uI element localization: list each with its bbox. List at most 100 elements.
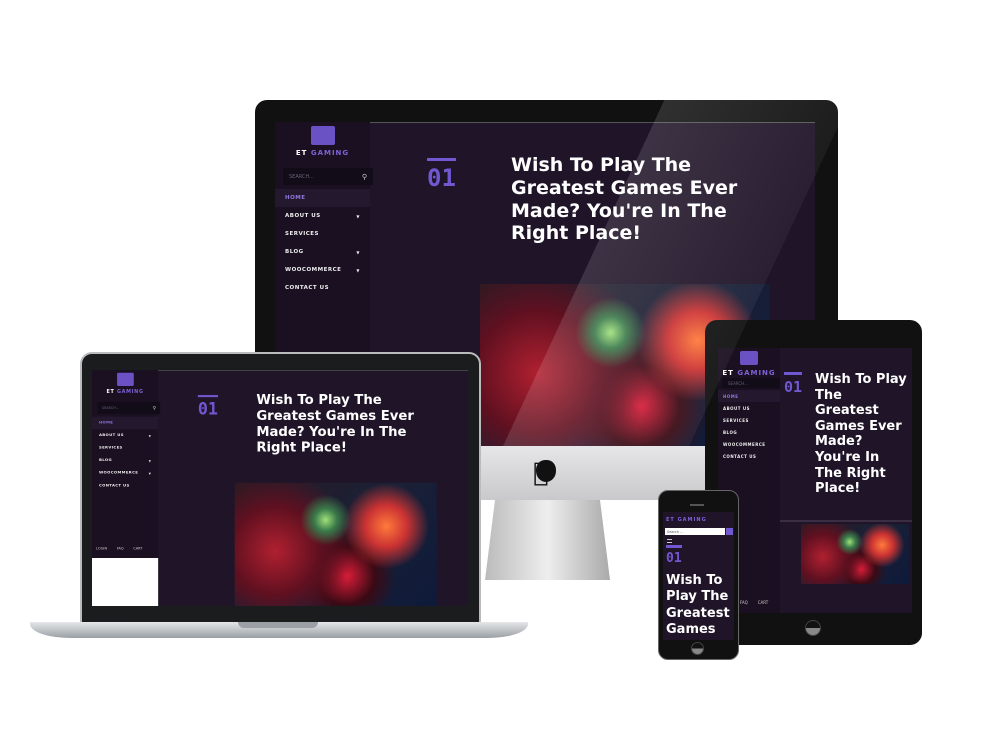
logo-text: ET GAMING	[275, 149, 370, 157]
apple-logo-icon	[536, 460, 556, 482]
chevron-down-icon[interactable]: ▼	[149, 434, 151, 437]
website: ET GAMING SEARCH... ⚲ HOME ABOUT US ▼ SERVICES…	[92, 370, 468, 606]
chevron-down-icon[interactable]: ▼	[149, 471, 151, 474]
nav-item-woocommerce[interactable]: WOOCOMMERCE	[718, 438, 780, 450]
nav-label: CONTACT US	[98, 483, 130, 488]
sidebar-nav: HOME ABOUT US ▼ SERVICES BLOG ▼ WOOCOMMERCE ▼ CO…	[275, 189, 370, 297]
nav-item-contact-us[interactable]: CONTACT US	[718, 450, 780, 462]
phone-screen: ET GAMING Search ... 01 Wish To Play The Gr…	[663, 512, 734, 640]
footer-link-faq[interactable]: FAQ	[740, 600, 748, 605]
nav-item-services[interactable]: SERVICES	[275, 225, 370, 243]
nav-item-services[interactable]: SERVICES	[718, 414, 780, 426]
sidebar-nav: HOME ABOUT US SERVICES BLOG WOOCOMMERCE CONTA…	[718, 390, 780, 462]
logo-text: ET GAMING	[718, 369, 780, 377]
logo-brand-b: GAMING	[116, 388, 144, 395]
footer-link-faq[interactable]: FAQ	[117, 547, 124, 551]
search-input[interactable]: SEARCH...	[722, 378, 780, 388]
nav-item-about-us[interactable]: ABOUT US	[718, 402, 780, 414]
hero-image	[801, 524, 909, 584]
nav-label: BLOG	[285, 249, 304, 255]
logo-brand-b: GAMING	[310, 149, 350, 158]
nav-item-home[interactable]: HOME	[92, 416, 159, 430]
puzzle-logo-icon	[310, 126, 335, 146]
imac-stand	[485, 500, 610, 580]
tablet-home-button[interactable]	[805, 620, 821, 636]
footer-link-login[interactable]: LOGIN	[96, 547, 107, 551]
nav-item-about-us[interactable]: ABOUT US ▼	[92, 429, 158, 442]
nav-item-about-us[interactable]: ABOUT US ▼	[275, 207, 370, 225]
site-logo[interactable]: ET GAMING	[718, 350, 780, 377]
nav-item-blog[interactable]: BLOG ▼	[275, 243, 370, 261]
logo-brand-b: GAMING	[737, 369, 776, 377]
search-button[interactable]	[726, 528, 733, 535]
logo-brand-a: ET	[295, 149, 308, 158]
site-logo[interactable]: ET GAMING	[275, 126, 370, 157]
nav-item-home[interactable]: HOME	[275, 189, 370, 207]
hero-title: Wish To Play The Greatest Games Ever Mad…	[511, 154, 738, 245]
search-placeholder: SEARCH...	[728, 380, 748, 386]
puzzle-logo-icon	[116, 372, 134, 387]
nav-item-services[interactable]: SERVICES	[92, 442, 158, 455]
nav-item-blog[interactable]: BLOG ▼	[92, 454, 158, 467]
white-panel	[92, 558, 159, 606]
hero-image	[234, 482, 437, 606]
logo-brand-a: ET	[722, 369, 734, 377]
nav-item-contact-us[interactable]: CONTACT US	[275, 279, 370, 297]
nav-label: ABOUT US	[285, 213, 321, 219]
nav-label: SERVICES	[285, 231, 320, 237]
hero-number: 01	[666, 545, 682, 566]
puzzle-logo-icon	[740, 350, 758, 365]
tablet-screen: ET GAMING SEARCH... HOME ABOUT US SERVICES BL…	[718, 348, 912, 613]
search-icon[interactable]: ⚲	[362, 173, 367, 181]
nav-label: WOOCOMMERCE	[723, 441, 766, 447]
chevron-down-icon[interactable]: ▼	[356, 250, 360, 255]
logo-brand-b: GAMING	[677, 517, 707, 523]
nav-item-contact-us[interactable]: CONTACT US	[92, 479, 158, 492]
top-line	[370, 122, 815, 123]
hamburger-menu-icon[interactable]	[667, 539, 672, 543]
search-placeholder: SEARCH...	[101, 405, 120, 411]
nav-item-blog[interactable]: BLOG	[718, 426, 780, 438]
hero-title: Wish To Play The Greatest Games Ever Mad…	[815, 372, 907, 497]
nav-label: SERVICES	[723, 417, 749, 423]
nav-label: HOME	[285, 195, 306, 201]
search-input[interactable]: SEARCH... ⚲	[97, 402, 161, 414]
chevron-down-icon[interactable]: ▼	[356, 268, 360, 273]
nav-item-home[interactable]: HOME	[718, 390, 780, 402]
laptop-screen: ET GAMING SEARCH... ⚲ HOME ABOUT US ▼ SERVICES…	[92, 370, 468, 606]
hero-number: 01	[197, 395, 218, 419]
nav-label: BLOG	[723, 429, 738, 435]
footer-links: LOGIN FAQ CART	[96, 547, 142, 551]
nav-label: HOME	[723, 393, 739, 399]
chevron-down-icon[interactable]: ▼	[149, 459, 151, 462]
footer-link-cart[interactable]: CART	[133, 547, 142, 551]
hero-title: Wish To Play The Greatest Games Ever Mad…	[256, 392, 414, 456]
search-input[interactable]: Search ...	[665, 528, 725, 535]
footer-link-cart[interactable]: CART	[758, 600, 768, 605]
logo-brand-a: ET	[106, 388, 115, 395]
search-placeholder: SEARCH...	[289, 173, 314, 180]
nav-label: HOME	[98, 420, 114, 426]
phone-home-button[interactable]	[691, 642, 704, 655]
chevron-down-icon[interactable]: ▼	[356, 214, 360, 219]
search-icon[interactable]: ⚲	[152, 405, 156, 411]
top-line	[158, 370, 468, 371]
footer-links: FAQ CART	[740, 600, 768, 605]
hero-title: Wish To Play The Greatest Games	[666, 573, 730, 637]
nav-item-woocommerce[interactable]: WOOCOMMERCE ▼	[275, 261, 370, 279]
nav-item-woocommerce[interactable]: WOOCOMMERCE ▼	[92, 467, 158, 480]
divider	[780, 520, 912, 522]
laptop-notch	[238, 622, 318, 628]
logo-brand-a: ET	[666, 517, 675, 523]
logo-text[interactable]: ET GAMING	[666, 517, 707, 523]
site-logo[interactable]: ET GAMING	[92, 372, 158, 395]
logo-text: ET GAMING	[92, 389, 158, 395]
nav-label: ABOUT US	[723, 405, 751, 411]
nav-label: CONTACT US	[723, 453, 757, 459]
hero-number: 01	[427, 158, 456, 192]
search-input[interactable]: SEARCH... ⚲	[283, 168, 373, 185]
phone-speaker	[690, 504, 704, 506]
nav-label: WOOCOMMERCE	[285, 267, 342, 273]
sidebar: ET GAMING SEARCH... ⚲ HOME ABOUT US ▼ SERVICES…	[92, 370, 161, 606]
sidebar-nav: HOME ABOUT US ▼ SERVICES BLOG ▼ WOOCOMMERCE ▼ CO…	[92, 416, 159, 492]
